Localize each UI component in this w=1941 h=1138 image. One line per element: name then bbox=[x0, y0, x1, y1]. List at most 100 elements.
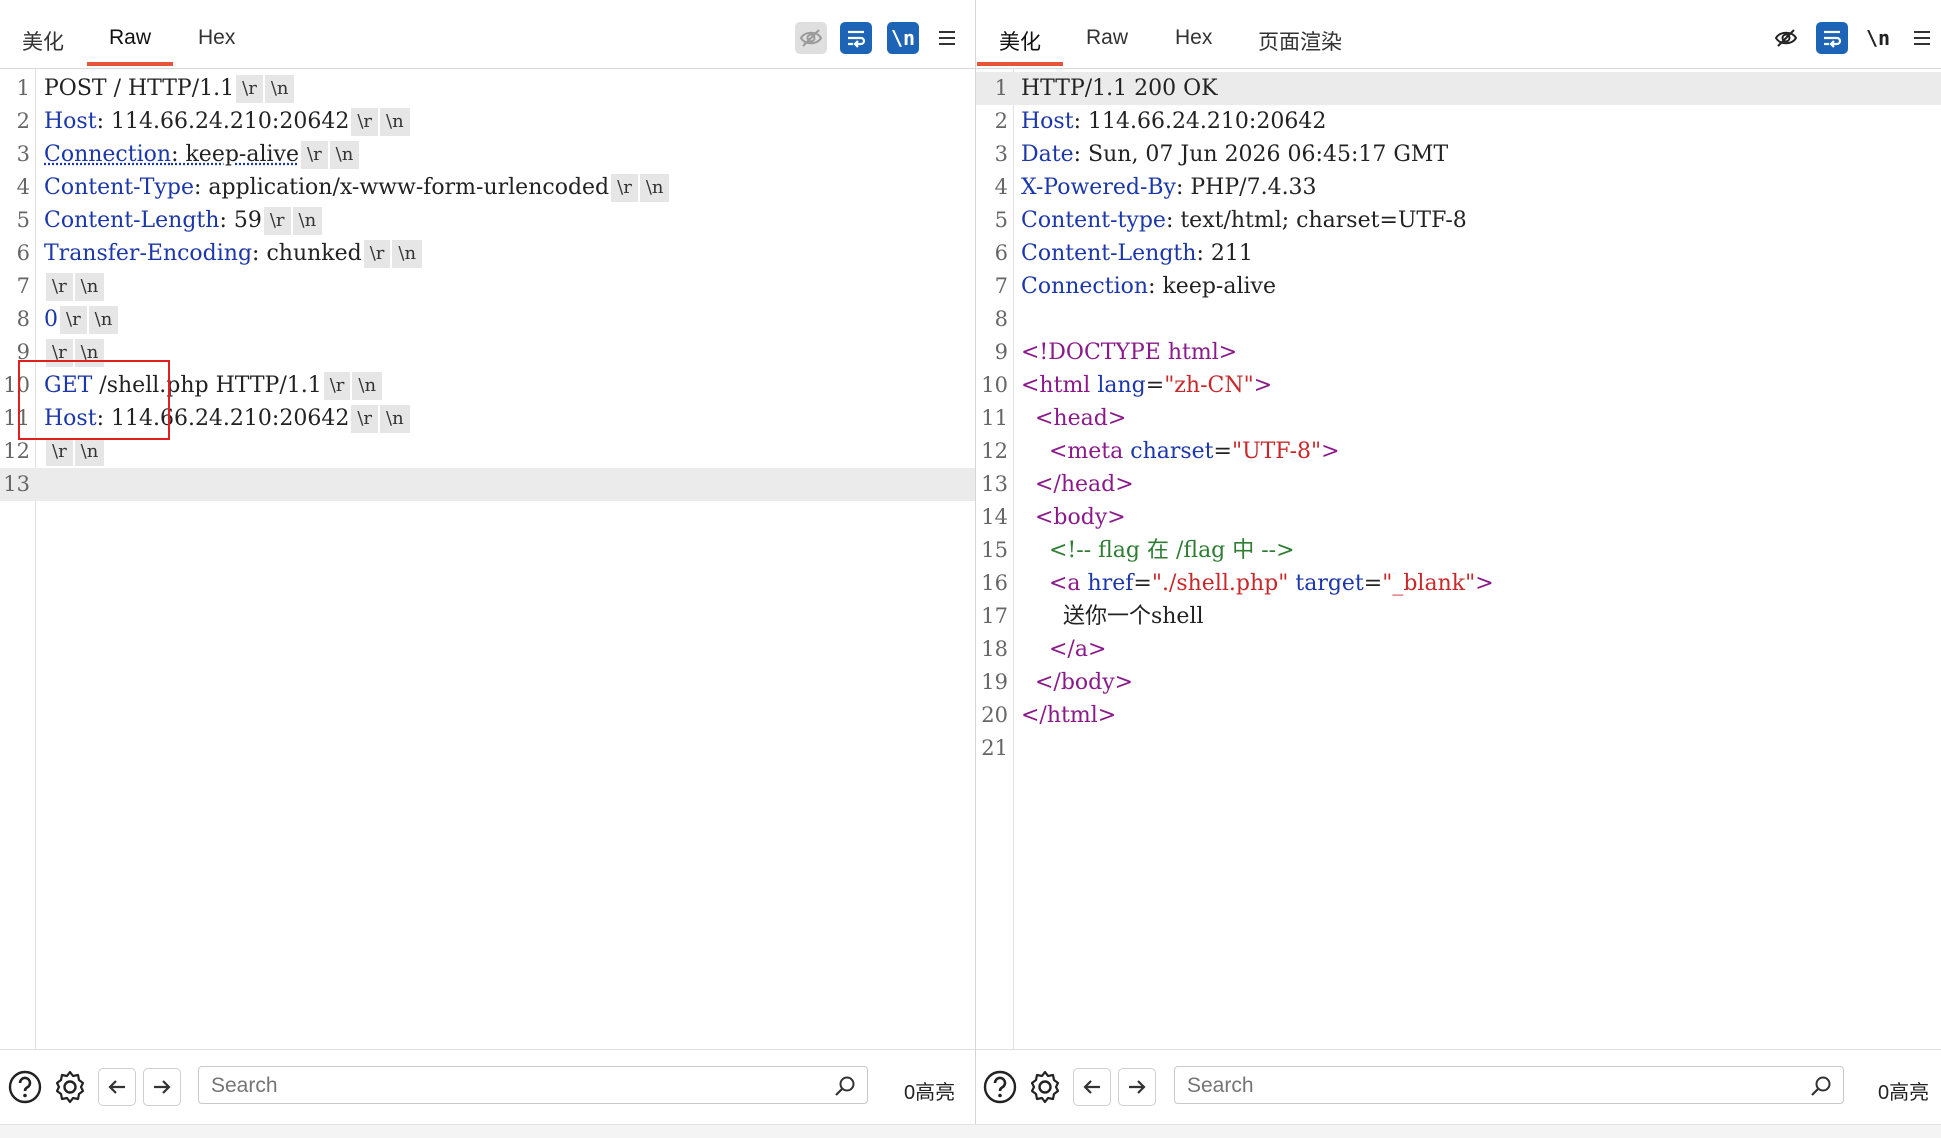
code-line[interactable]: 3 Connection: keep-alive \r \n bbox=[0, 138, 975, 171]
request-search-box[interactable] bbox=[198, 1066, 868, 1104]
code-line[interactable]: 5 Content-type: text/html; charset=UTF-8 bbox=[976, 204, 1941, 237]
tab-hex[interactable]: Hex bbox=[1175, 26, 1212, 50]
show-newlines-button[interactable]: \n bbox=[887, 22, 919, 54]
code-line[interactable]: 9 <!DOCTYPE html> bbox=[976, 336, 1941, 369]
request-editor[interactable]: 1 POST / HTTP/1.1 \r \n 2 Host: 114.66.24.210… bbox=[0, 69, 975, 1050]
previous-match-button[interactable] bbox=[98, 1068, 136, 1106]
menu-button[interactable] bbox=[1906, 22, 1938, 54]
line-number: 4 bbox=[976, 171, 1008, 204]
hide-nonprintable-button[interactable] bbox=[795, 22, 827, 54]
line-number: 3 bbox=[976, 138, 1008, 171]
code-line[interactable]: 3 Date: Sun, 07 Jun 2026 06:45:17 GMT bbox=[976, 138, 1941, 171]
code-line[interactable]: 4 Content-Type: application/x-www-form-ur… bbox=[0, 171, 975, 204]
code-line[interactable]: 6 Transfer-Encoding: chunked \r \n bbox=[0, 237, 975, 270]
search-icon[interactable] bbox=[1809, 1074, 1833, 1098]
code-line[interactable]: 18 </a> bbox=[976, 633, 1941, 666]
search-input[interactable] bbox=[209, 1071, 747, 1101]
newline-marker: \n bbox=[75, 438, 105, 466]
code-line[interactable]: 20 </html> bbox=[976, 699, 1941, 732]
code-line[interactable]: 10 <html lang="zh-CN"> bbox=[976, 369, 1941, 402]
help-icon bbox=[7, 1069, 43, 1105]
code-line[interactable]: 1 HTTP/1.1 200 OK bbox=[976, 72, 1941, 105]
code-line[interactable]: 8 bbox=[976, 303, 1941, 336]
line-number: 2 bbox=[976, 105, 1008, 138]
token: : 114.66.24.210:20642 bbox=[1074, 109, 1327, 134]
token: Host bbox=[1021, 109, 1074, 134]
token: <!DOCTYPE html> bbox=[1021, 340, 1237, 365]
next-match-button[interactable] bbox=[1118, 1068, 1156, 1106]
help-button[interactable] bbox=[6, 1068, 44, 1106]
previous-match-button[interactable] bbox=[1073, 1068, 1111, 1106]
code-line[interactable]: 14 <body> bbox=[976, 501, 1941, 534]
carriage-return-marker: \r bbox=[324, 372, 351, 400]
line-number: 6 bbox=[976, 237, 1008, 270]
menu-icon bbox=[1911, 27, 1933, 49]
newline-icon: \n bbox=[891, 26, 915, 50]
tab-raw[interactable]: Raw bbox=[109, 26, 151, 50]
token bbox=[1021, 637, 1049, 662]
menu-icon bbox=[936, 27, 958, 49]
line-number: 1 bbox=[0, 72, 30, 105]
code-line[interactable]: 8 0 \r \n bbox=[0, 303, 975, 336]
token: POST / HTTP/1.1 bbox=[44, 76, 234, 101]
token: "_blank" bbox=[1382, 571, 1475, 596]
search-icon[interactable] bbox=[833, 1074, 857, 1098]
tab-pretty[interactable]: 美化 bbox=[999, 26, 1041, 56]
carriage-return-marker: \r bbox=[60, 306, 87, 334]
code-line[interactable]: 19 </body> bbox=[976, 666, 1941, 699]
menu-button[interactable] bbox=[931, 22, 963, 54]
response-tabbar: 美化 Raw Hex 页面渲染 \n bbox=[976, 0, 1941, 69]
response-search-box[interactable] bbox=[1174, 1066, 1844, 1104]
newline-marker: \n bbox=[265, 75, 295, 103]
next-match-button[interactable] bbox=[143, 1068, 181, 1106]
code-line[interactable]: 11 <head> bbox=[976, 402, 1941, 435]
line-number: 13 bbox=[976, 468, 1008, 501]
token: > bbox=[1254, 373, 1272, 398]
code-line[interactable]: 5 Content-Length: 59 \r \n bbox=[0, 204, 975, 237]
code-line[interactable]: 15 <!-- flag 在 /flag 中 --> bbox=[976, 534, 1941, 567]
show-newlines-button[interactable]: \n bbox=[1862, 22, 1894, 54]
line-content: <body> bbox=[1021, 501, 1126, 534]
line-number: 16 bbox=[976, 567, 1008, 600]
code-line[interactable]: 13 </head> bbox=[976, 468, 1941, 501]
newline-icon: \n bbox=[1866, 26, 1890, 50]
settings-button[interactable] bbox=[51, 1068, 89, 1106]
line-number: 10 bbox=[976, 369, 1008, 402]
hide-nonprintable-button[interactable] bbox=[1770, 22, 1802, 54]
token: "zh-CN" bbox=[1164, 373, 1254, 398]
code-line[interactable]: 2 Host: 114.66.24.210:20642 bbox=[976, 105, 1941, 138]
wrap-lines-button[interactable] bbox=[1816, 22, 1848, 54]
token: </head> bbox=[1035, 472, 1134, 497]
code-line[interactable]: 21 bbox=[976, 732, 1941, 765]
code-line[interactable]: 6 Content-Length: 211 bbox=[976, 237, 1941, 270]
code-line[interactable]: 12 <meta charset="UTF-8"> bbox=[976, 435, 1941, 468]
tab-hex[interactable]: Hex bbox=[198, 26, 235, 50]
token: Content-Length bbox=[44, 208, 219, 233]
code-line[interactable]: 16 <a href="./shell.php" target="_blank"… bbox=[976, 567, 1941, 600]
request-tabbar: 美化 Raw Hex \n bbox=[0, 0, 975, 69]
code-line[interactable]: 1 POST / HTTP/1.1 \r \n bbox=[0, 72, 975, 105]
line-content: Host: 114.66.24.210:20642 bbox=[1021, 105, 1326, 138]
settings-button[interactable] bbox=[1026, 1068, 1064, 1106]
wrap-lines-button[interactable] bbox=[840, 22, 872, 54]
tab-pretty[interactable]: 美化 bbox=[22, 26, 64, 56]
line-content: 送你一个shell bbox=[1021, 600, 1204, 633]
code-line[interactable]: 2 Host: 114.66.24.210:20642 \r \n bbox=[0, 105, 975, 138]
code-line[interactable]: 7 \r \n bbox=[0, 270, 975, 303]
token: <head> bbox=[1035, 406, 1126, 431]
token: <a bbox=[1049, 571, 1088, 596]
code-line[interactable]: 13 bbox=[0, 468, 975, 501]
code-line[interactable]: 4 X-Powered-By: PHP/7.4.33 bbox=[976, 171, 1941, 204]
tab-raw[interactable]: Raw bbox=[1086, 26, 1128, 50]
request-footer: 0高亮 bbox=[0, 1049, 975, 1124]
code-line[interactable]: 7 Connection: keep-alive bbox=[976, 270, 1941, 303]
response-editor[interactable]: 1 HTTP/1.1 200 OK 2 Host: 114.66.24.210:206… bbox=[976, 69, 1941, 1050]
tab-render[interactable]: 页面渲染 bbox=[1258, 26, 1342, 56]
search-input[interactable] bbox=[1185, 1071, 1723, 1101]
line-number: 9 bbox=[976, 336, 1008, 369]
help-button[interactable] bbox=[981, 1068, 1019, 1106]
carriage-return-marker: \r bbox=[236, 75, 263, 103]
line-number: 14 bbox=[976, 501, 1008, 534]
line-content: <!DOCTYPE html> bbox=[1021, 336, 1237, 369]
code-line[interactable]: 17 送你一个shell bbox=[976, 600, 1941, 633]
